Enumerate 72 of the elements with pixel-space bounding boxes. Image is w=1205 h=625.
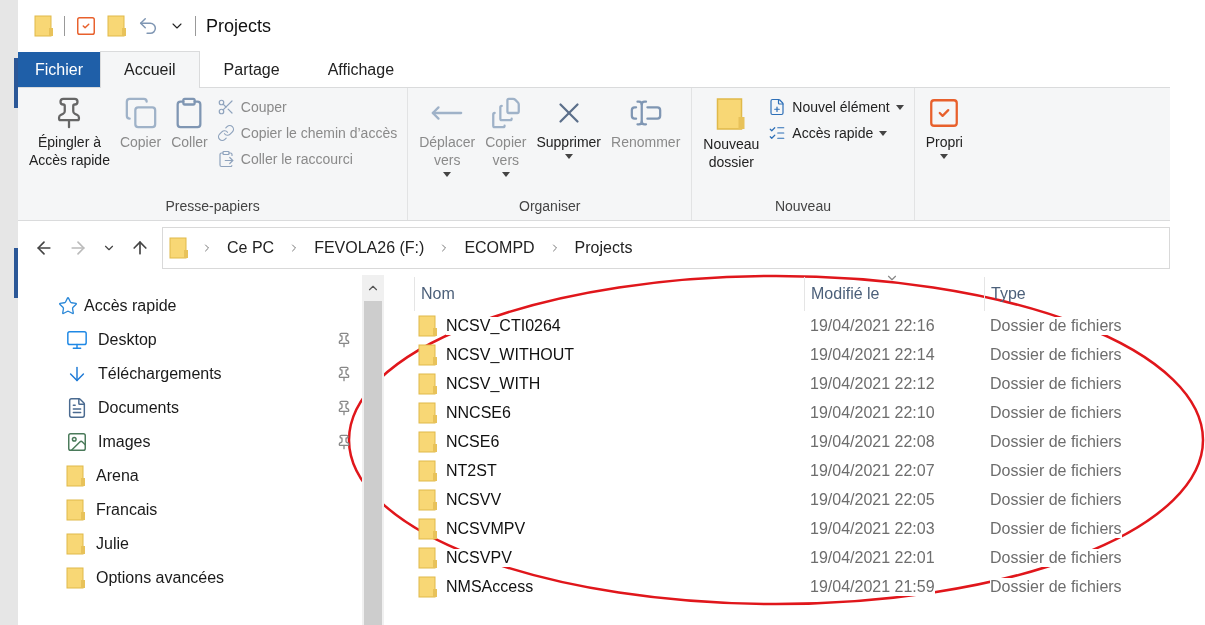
folder-icon: [34, 14, 54, 38]
folder-icon: [418, 516, 438, 541]
breadcrumb[interactable]: Projects: [572, 237, 635, 259]
file-plus-icon: [768, 98, 787, 116]
file-name[interactable]: NCSV_CTI0264: [446, 316, 561, 335]
folder-icon: [418, 400, 438, 425]
file-name[interactable]: NCSV_WITH: [446, 374, 541, 393]
address-field[interactable]: Ce PC FEVOLA26 (F:) ECOMPD Projects: [162, 227, 1170, 269]
folder-icon: [66, 464, 86, 488]
group-label: Presse-papiers: [164, 197, 261, 216]
ribbon-button[interactable]: Nouvel élément: [766, 96, 906, 118]
group-label: Organiser: [518, 197, 582, 216]
sidebar-item[interactable]: Francais: [96, 501, 362, 519]
file-name[interactable]: NCSV_WITHOUT: [446, 345, 574, 364]
breadcrumb[interactable]: ECOMPD: [462, 237, 537, 259]
window-title: Projects: [206, 15, 272, 37]
sidebar-item[interactable]: Téléchargements: [98, 365, 326, 383]
monitor-icon: [66, 329, 88, 351]
file-menu-tab[interactable]: Fichier: [18, 52, 100, 87]
folder-icon: [66, 566, 86, 590]
file-type: Dossier de fichiers: [990, 316, 1122, 335]
sidebar-item[interactable]: Options avancées: [96, 569, 362, 587]
folder-icon: [418, 545, 438, 570]
image-icon: [66, 431, 88, 453]
ribbon-button[interactable]: Propri: [922, 94, 966, 220]
ribbon-button[interactable]: Nouveau dossier: [700, 94, 763, 196]
folder-icon: [66, 532, 86, 556]
file-type: Dossier de fichiers: [990, 519, 1122, 538]
file-name[interactable]: NCSVPV: [446, 548, 512, 567]
star-icon: [58, 296, 78, 316]
list-icon: [768, 124, 787, 142]
window-edge: [14, 248, 18, 298]
file-type: Dossier de fichiers: [990, 548, 1122, 567]
sidebar-header[interactable]: Accès rapide: [84, 297, 362, 315]
ribbon-tab[interactable]: Partage: [199, 52, 304, 87]
modified-date: 19/04/2021 21:59: [810, 577, 935, 596]
ribbon-tab[interactable]: Accueil: [100, 51, 200, 88]
sidebar-item[interactable]: Arena: [96, 467, 362, 485]
ribbon-tab[interactable]: Affichage: [303, 52, 419, 87]
folder-icon: [418, 458, 438, 483]
sidebar-item[interactable]: Documents: [98, 399, 326, 417]
folder-icon: [169, 236, 189, 260]
undo-icon: [137, 15, 159, 37]
copy-icon: [123, 96, 158, 130]
folder-icon: [418, 574, 438, 599]
checked-sheet-icon: [75, 15, 97, 37]
folder-icon: [418, 342, 438, 367]
window-edge: [14, 58, 18, 108]
folder-icon: [716, 96, 747, 132]
folder-icon: [418, 313, 438, 338]
column-header[interactable]: Nom: [414, 277, 804, 311]
breadcrumb[interactable]: Ce PC: [225, 237, 277, 259]
column-header[interactable]: Type: [984, 277, 1164, 311]
folder-icon: [418, 371, 438, 396]
scissors-icon: [216, 98, 235, 116]
group-label: Nouveau: [773, 197, 832, 216]
scrollbar-thumb[interactable]: [364, 301, 382, 625]
sidebar-item[interactable]: Images: [98, 433, 326, 451]
ribbon-button[interactable]: Épingler à Accès rapide: [26, 94, 113, 196]
folder-icon: [66, 498, 86, 522]
column-header[interactable]: Modifié le: [804, 277, 984, 311]
clipboard-paste-icon: [216, 150, 235, 168]
link-icon: [216, 124, 235, 142]
folder-icon: [107, 14, 127, 38]
sidebar-item[interactable]: Julie: [96, 535, 362, 553]
document-icon: [66, 397, 88, 419]
folder-icon: [418, 487, 438, 512]
breadcrumb[interactable]: FEVOLA26 (F:): [312, 237, 427, 259]
ribbon-button[interactable]: Accès rapide: [766, 122, 906, 144]
folder-icon: [418, 429, 438, 454]
sidebar-item[interactable]: Desktop: [98, 331, 326, 349]
ribbon-button[interactable]: Supprimer: [533, 94, 605, 196]
